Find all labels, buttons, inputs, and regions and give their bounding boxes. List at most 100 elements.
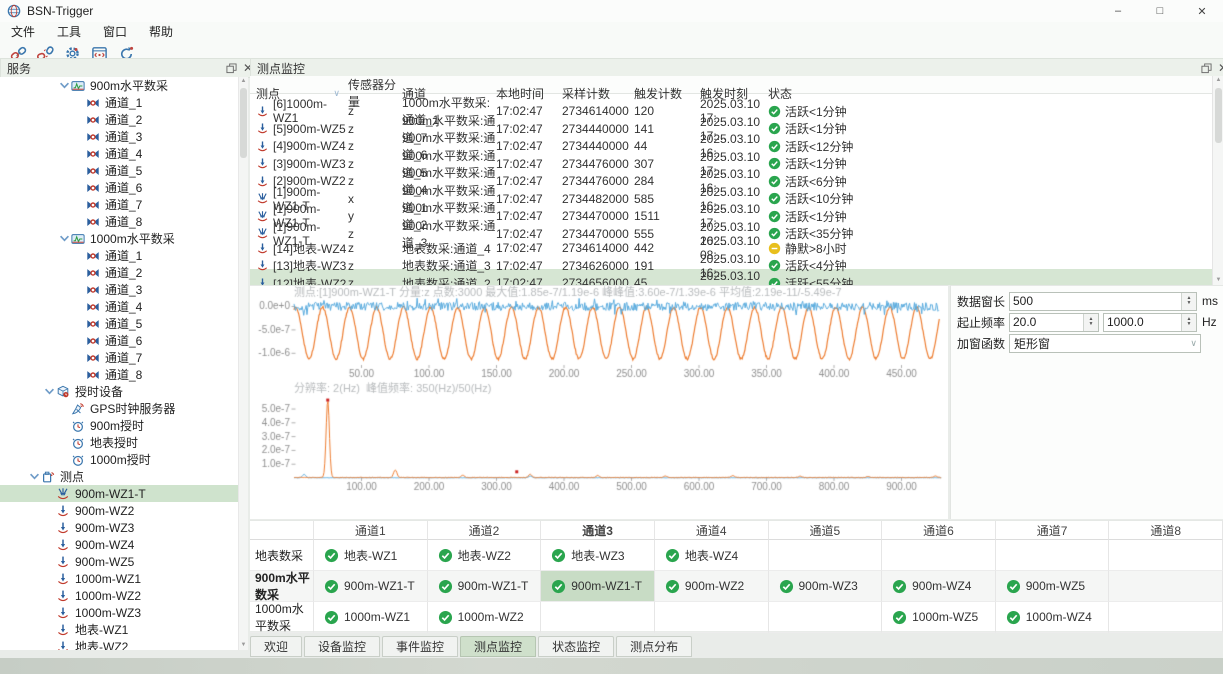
matrix-cell[interactable]: 地表-WZ3 [541, 540, 655, 571]
column-header[interactable]: 触发计数 [634, 85, 700, 102]
tree-item[interactable]: 通道_7 [0, 196, 248, 213]
matrix-cell[interactable] [1109, 540, 1223, 571]
tab-item[interactable]: 测点分布 [616, 636, 692, 657]
column-header[interactable]: 本地时间 [496, 85, 562, 102]
matrix-cell-label: 900m-WZ1-T [458, 579, 529, 593]
matrix-cell[interactable]: 900m-WZ4 [882, 571, 996, 602]
matrix-cell[interactable]: 1000m-WZ5 [882, 602, 996, 633]
float-panel-icon[interactable] [1199, 62, 1213, 75]
services-tree-scrollbar[interactable]: ▲ ▼ [238, 77, 248, 650]
scroll-down-icon[interactable]: ▼ [239, 641, 248, 650]
tree-item[interactable]: 1000m-WZ2 [0, 587, 248, 604]
tree-item[interactable]: 1000m授时 [0, 451, 248, 468]
chevron-down-icon[interactable] [28, 470, 41, 483]
matrix-cell[interactable]: 900m-WZ3 [769, 571, 883, 602]
tree-item[interactable]: 通道_3 [0, 128, 248, 145]
close-button[interactable]: ✕ [1181, 0, 1223, 22]
freq-from-input[interactable] [1010, 314, 1088, 331]
tab-item[interactable]: 事件监控 [382, 636, 458, 657]
tree-item[interactable]: 900m-WZ2 [0, 502, 248, 519]
matrix-cell[interactable] [1109, 602, 1223, 633]
tab-item[interactable]: 设备监控 [304, 636, 380, 657]
tree-item[interactable]: 通道_2 [0, 111, 248, 128]
tab-item[interactable]: 欢迎 [250, 636, 302, 657]
tree-item[interactable]: 1000m-WZ3 [0, 604, 248, 621]
tree-item[interactable]: 通道_8 [0, 366, 248, 383]
scrollbar-thumb[interactable] [240, 88, 247, 158]
matrix-cell[interactable]: 900m-WZ1-T [428, 571, 542, 602]
column-header[interactable]: 状态 [768, 85, 1212, 102]
matrix-cell[interactable] [655, 602, 769, 633]
tree-item[interactable]: GPS时钟服务器 [0, 400, 248, 417]
menu-item[interactable]: 帮助 [138, 21, 184, 42]
tree-item[interactable]: 通道_2 [0, 264, 248, 281]
matrix-cell[interactable] [769, 540, 883, 571]
chevron-down-icon[interactable] [43, 385, 56, 398]
tree-item[interactable]: 900m-WZ5 [0, 553, 248, 570]
tree-item[interactable]: 通道_7 [0, 349, 248, 366]
chevron-down-icon[interactable] [58, 79, 71, 92]
tree-item[interactable]: 900m授时 [0, 417, 248, 434]
tree-item[interactable]: 通道_8 [0, 213, 248, 230]
scroll-up-icon[interactable]: ▲ [1213, 76, 1223, 85]
tree-item[interactable]: 测点 [0, 468, 248, 485]
spinner-icon[interactable]: ▲▼ [1083, 314, 1098, 331]
minimize-button[interactable]: – [1097, 0, 1139, 22]
tree-item[interactable]: 地表-WZ1 [0, 621, 248, 638]
tree-item[interactable]: 通道_5 [0, 315, 248, 332]
window-length-input[interactable] [1010, 293, 1186, 310]
matrix-cell[interactable]: 900m-WZ1-T [314, 571, 428, 602]
menu-item[interactable]: 窗口 [92, 21, 138, 42]
matrix-cell[interactable]: 900m-WZ5 [996, 571, 1110, 602]
matrix-cell[interactable]: 地表-WZ1 [314, 540, 428, 571]
column-header[interactable]: 采样计数 [562, 85, 634, 102]
chevron-down-icon[interactable] [58, 232, 71, 245]
close-panel-icon[interactable]: ✕ [1216, 62, 1223, 75]
tree-item[interactable]: 通道_3 [0, 281, 248, 298]
maximize-button[interactable]: □ [1139, 0, 1181, 22]
window-fn-select[interactable]: 矩形窗 ∨ [1009, 334, 1201, 353]
matrix-cell[interactable]: 地表-WZ2 [428, 540, 542, 571]
tree-item[interactable]: 900m-WZ4 [0, 536, 248, 553]
tree-item[interactable]: 900m-WZ3 [0, 519, 248, 536]
tree-item[interactable]: 通道_1 [0, 247, 248, 264]
matrix-cell[interactable]: 1000m-WZ2 [428, 602, 542, 633]
matrix-cell[interactable]: 900m-WZ1-T [541, 571, 655, 602]
menu-item[interactable]: 工具 [46, 21, 92, 42]
matrix-cell[interactable]: 地表-WZ4 [655, 540, 769, 571]
matrix-cell[interactable] [1109, 571, 1223, 602]
float-icon [1201, 63, 1212, 74]
tree-item[interactable]: 授时设备 [0, 383, 248, 400]
tree-item[interactable]: 通道_6 [0, 179, 248, 196]
tree-item[interactable]: 900m水平数采 [0, 77, 248, 94]
tree-item[interactable]: 通道_5 [0, 162, 248, 179]
tree-item[interactable]: 1000m水平数采 [0, 230, 248, 247]
scroll-down-icon[interactable]: ▼ [1213, 276, 1223, 285]
tab-item[interactable]: 状态监控 [538, 636, 614, 657]
freq-to-input[interactable] [1104, 314, 1186, 331]
menu-item[interactable]: 文件 [0, 21, 46, 42]
tab-active[interactable]: 测点监控 [460, 636, 536, 657]
tree-item[interactable]: 通道_1 [0, 94, 248, 111]
matrix-cell[interactable]: 900m-WZ2 [655, 571, 769, 602]
matrix-cell[interactable] [996, 540, 1110, 571]
matrix-cell[interactable] [882, 540, 996, 571]
points-table-scrollbar[interactable]: ▲ ▼ [1212, 76, 1223, 285]
tree-item[interactable]: 地表-WZ2 [0, 638, 248, 650]
matrix-cell[interactable]: 1000m-WZ1 [314, 602, 428, 633]
waveform-spectrum-canvas[interactable] [250, 286, 948, 506]
matrix-cell[interactable] [541, 602, 655, 633]
tree-item[interactable]: 通道_4 [0, 145, 248, 162]
tree-item[interactable]: 地表授时 [0, 434, 248, 451]
spinner-icon[interactable]: ▲▼ [1181, 293, 1196, 310]
tree-item[interactable]: 900m-WZ1-T [0, 485, 248, 502]
spinner-icon[interactable]: ▲▼ [1181, 314, 1196, 331]
tree-item[interactable]: 1000m-WZ1 [0, 570, 248, 587]
scrollbar-thumb[interactable] [1215, 88, 1222, 143]
tree-item[interactable]: 通道_4 [0, 298, 248, 315]
matrix-cell[interactable]: 1000m-WZ4 [996, 602, 1110, 633]
scroll-up-icon[interactable]: ▲ [239, 77, 248, 86]
float-panel-icon[interactable] [224, 62, 238, 75]
tree-item[interactable]: 通道_6 [0, 332, 248, 349]
matrix-cell[interactable] [769, 602, 883, 633]
